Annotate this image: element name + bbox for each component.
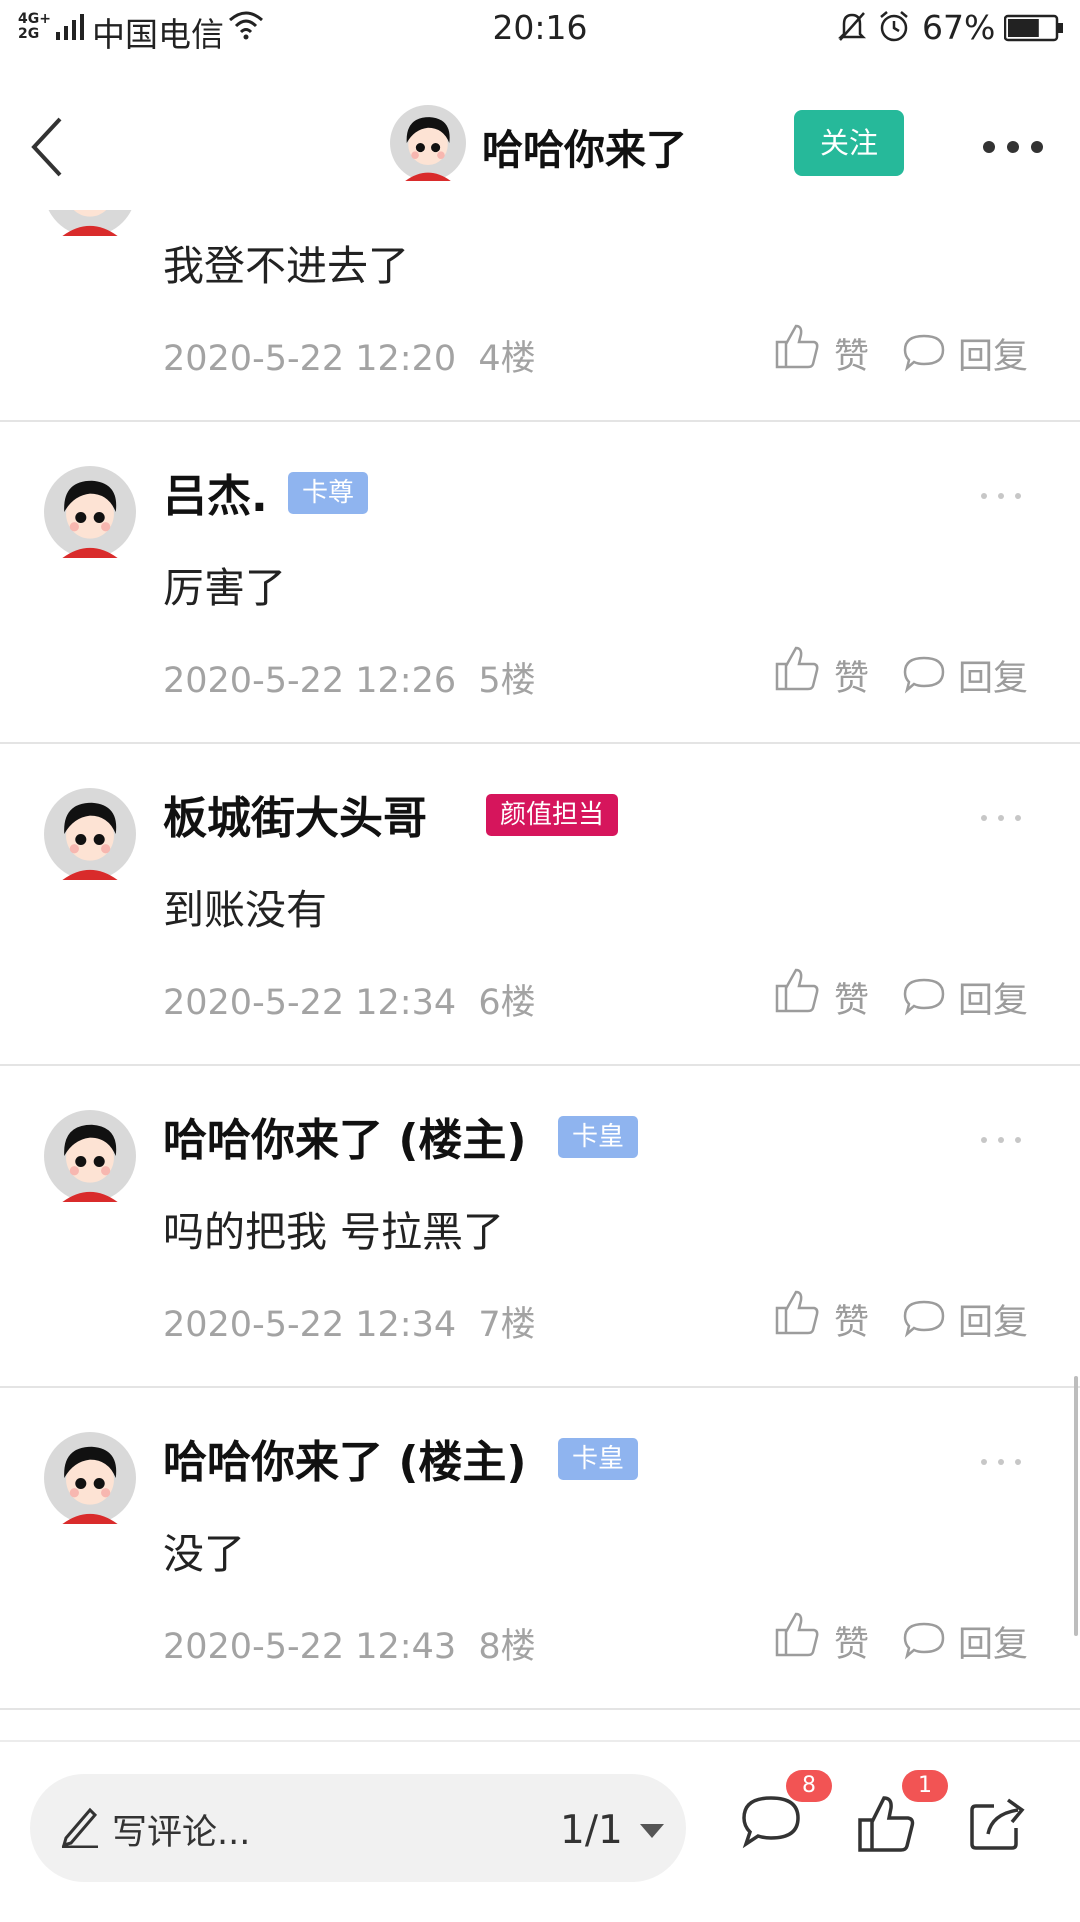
comment-date: 2020-5-22 12:34	[163, 1305, 457, 1345]
comment-date: 2020-5-22 12:43	[163, 1627, 457, 1667]
more-options-icon[interactable]	[980, 1458, 1022, 1466]
username[interactable]: 哈哈你来了 (楼主)	[163, 1104, 527, 1168]
comment-text: 吗的把我 号拉黑了	[163, 1208, 505, 1256]
comments-button[interactable]: 8	[740, 1770, 832, 1862]
comment-meta: 2020-5-22 12:20 4楼	[163, 330, 536, 381]
top-bar: 哈哈你来了 关注	[0, 60, 1080, 210]
more-menu-icon[interactable]	[982, 140, 1044, 154]
comment-item: 吕杰. 卡尊 厉害了 2020-5-22 12:26 5楼 赞 回复	[0, 422, 1080, 744]
page-indicator[interactable]: 1/1	[560, 1808, 623, 1853]
pen-icon	[61, 1807, 98, 1848]
thumbs-up-icon	[775, 968, 819, 1013]
floor-number: 7楼	[478, 1305, 536, 1345]
avatar[interactable]	[44, 1432, 136, 1524]
like-label: 赞	[834, 1625, 870, 1665]
scrollbar[interactable]	[1074, 1376, 1078, 1636]
reply-label: 回复	[958, 981, 1029, 1021]
bottom-bar: 写评论... 1/1 8 1	[0, 1740, 1080, 1922]
avatar[interactable]	[44, 466, 136, 558]
comment-placeholder: 写评论...	[112, 1813, 251, 1853]
comment-item: 哈哈你来了 (楼主) 卡皇 吗的把我 号拉黑了 2020-5-22 12:34 …	[0, 1066, 1080, 1388]
mute-bell-icon	[837, 12, 867, 41]
thumbs-up-icon	[858, 1796, 915, 1852]
chevron-down-icon[interactable]	[640, 1824, 664, 1838]
more-options-icon[interactable]	[980, 814, 1022, 822]
username[interactable]: 哈哈你来了 (楼主)	[163, 1426, 527, 1490]
comment-date: 2020-5-22 12:26	[163, 661, 457, 701]
clock: 20:16	[492, 8, 588, 47]
comment-item: 哈哈你来了 (楼主) 卡皇 没了 2020-5-22 12:43 8楼 赞 回复	[0, 1388, 1080, 1710]
reply-label: 回复	[958, 659, 1029, 699]
comment-date: 2020-5-22 12:20	[163, 339, 457, 379]
more-options-icon[interactable]	[980, 1136, 1022, 1144]
comment-meta: 2020-5-22 12:34 6楼	[163, 974, 536, 1025]
thumbs-up-icon	[775, 646, 819, 691]
floor-number: 8楼	[478, 1627, 536, 1667]
alarm-icon	[880, 11, 908, 42]
comment-meta: 2020-5-22 12:34 7楼	[163, 1296, 536, 1347]
floor-number: 6楼	[478, 983, 536, 1023]
chat-bubble-icon	[903, 978, 945, 1016]
floor-number: 4楼	[478, 339, 536, 379]
comment-text: 我登不进去了	[163, 242, 409, 290]
share-icon	[970, 1798, 1025, 1850]
comment-icon	[742, 1796, 800, 1849]
comment-input[interactable]: 写评论... 1/1	[30, 1774, 686, 1882]
user-badge: 颜值担当	[486, 794, 619, 836]
user-badge: 卡皇	[558, 1438, 639, 1480]
like-label: 赞	[834, 337, 870, 377]
reply-label: 回复	[958, 1303, 1029, 1343]
like-label: 赞	[834, 981, 870, 1021]
author-avatar[interactable]	[390, 105, 466, 181]
share-button[interactable]	[968, 1792, 1038, 1862]
comment-item: 板城街大头哥 颜值担当 到账没有 2020-5-22 12:34 6楼 赞 回复	[0, 744, 1080, 1066]
like-count-badge: 1	[902, 1770, 948, 1802]
comment-meta: 2020-5-22 12:43 8楼	[163, 1618, 536, 1669]
chat-bubble-icon	[903, 334, 945, 372]
more-options-icon[interactable]	[980, 492, 1022, 500]
username[interactable]: 板城街大头哥	[163, 782, 427, 846]
chat-bubble-icon	[903, 1622, 945, 1660]
like-label: 赞	[834, 1303, 870, 1343]
reply-label: 回复	[958, 337, 1029, 377]
comment-meta: 2020-5-22 12:26 5楼	[163, 652, 536, 703]
username[interactable]: 吕杰.	[163, 460, 268, 524]
floor-number: 5楼	[478, 661, 536, 701]
comment-text: 厉害了	[163, 564, 286, 612]
status-bar: 4G+ 2G 中国电信 20:16 67%	[0, 0, 1080, 58]
thumbs-up-icon	[775, 324, 819, 369]
user-badge: 卡皇	[558, 1116, 639, 1158]
like-post-button[interactable]: 1	[856, 1770, 948, 1862]
user-badge: 卡尊	[288, 472, 369, 514]
avatar[interactable]	[44, 1110, 136, 1202]
chat-bubble-icon	[903, 656, 945, 694]
chat-bubble-icon	[903, 1300, 945, 1338]
avatar[interactable]	[44, 788, 136, 880]
comment-count-badge: 8	[786, 1770, 832, 1802]
thumbs-up-icon	[775, 1290, 819, 1335]
back-arrow-icon[interactable]	[28, 115, 68, 179]
comment-date: 2020-5-22 12:34	[163, 983, 457, 1023]
comment-text: 没了	[163, 1530, 245, 1578]
like-label: 赞	[834, 659, 870, 699]
battery-percent: 67%	[922, 8, 996, 47]
battery-icon	[1004, 14, 1063, 42]
follow-button[interactable]: 关注	[794, 110, 904, 176]
comment-text: 到账没有	[163, 886, 327, 934]
reply-label: 回复	[958, 1625, 1029, 1665]
page-title: 哈哈你来了	[482, 126, 687, 174]
thumbs-up-icon	[775, 1612, 819, 1657]
